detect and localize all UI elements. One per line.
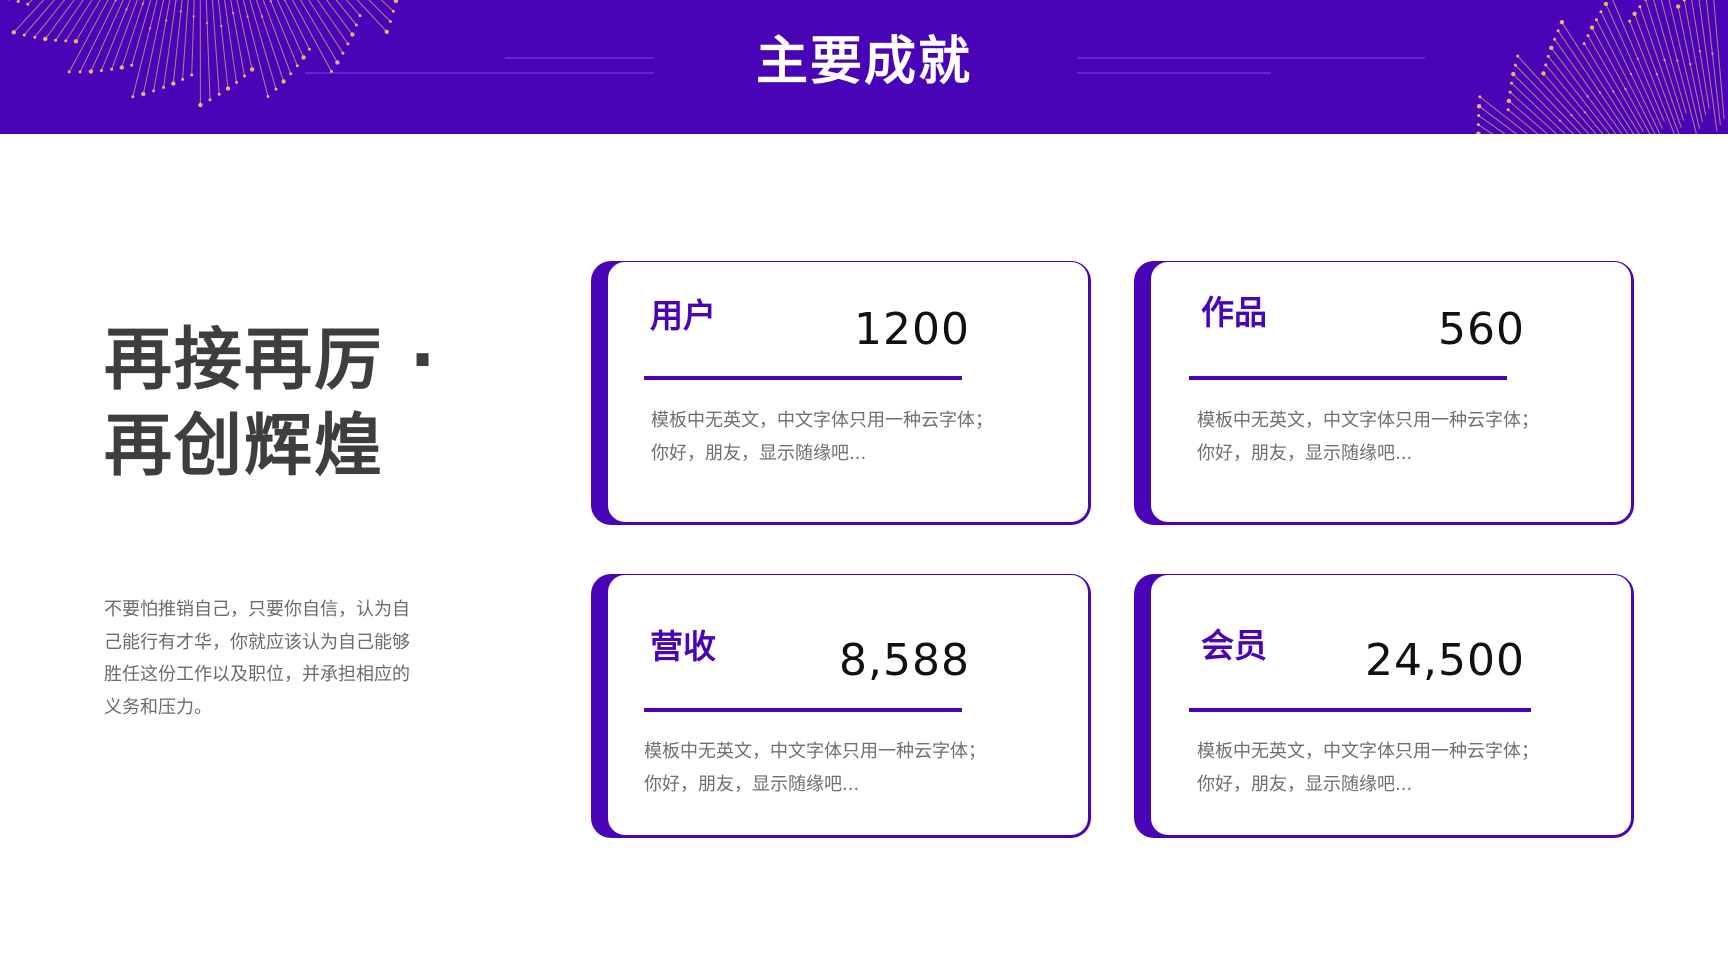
- card-divider: [1189, 376, 1507, 380]
- card-label: 会员: [1201, 626, 1267, 665]
- slide-page: 主要成就 再接再厉 · 再创辉煌 不要怕推销自己，只要你自信，认为自己能行有才华…: [0, 0, 1728, 972]
- card-face: 用户 1200 模板中无英文，中文字体只用一种云字体；你好，朋友，显示随缘吧..…: [607, 261, 1089, 523]
- card-label: 作品: [1201, 293, 1267, 332]
- achievement-card-members: 会员 24,500 模板中无英文，中文字体只用一种云字体；你好，朋友，显示随缘吧…: [1134, 574, 1634, 838]
- achievement-card-users: 用户 1200 模板中无英文，中文字体只用一种云字体；你好，朋友，显示随缘吧..…: [591, 261, 1091, 525]
- card-face: 会员 24,500 模板中无英文，中文字体只用一种云字体；你好，朋友，显示随缘吧…: [1150, 574, 1632, 836]
- header-band: 主要成就: [0, 0, 1728, 134]
- slogan-line-1: 再接再厉 ·: [104, 321, 438, 400]
- card-face: 作品 560 模板中无英文，中文字体只用一种云字体；你好，朋友，显示随缘吧...: [1150, 261, 1632, 523]
- card-label: 营收: [650, 627, 716, 666]
- card-value: 24,500: [1365, 635, 1525, 686]
- card-description: 模板中无英文，中文字体只用一种云字体；你好，朋友，显示随缘吧...: [651, 410, 993, 464]
- card-description: 模板中无英文，中文字体只用一种云字体；你好，朋友，显示随缘吧...: [644, 741, 986, 795]
- card-value: 1200: [854, 304, 970, 355]
- card-face: 营收 8,588 模板中无英文，中文字体只用一种云字体；你好，朋友，显示随缘吧.…: [607, 574, 1089, 836]
- card-divider: [1189, 708, 1531, 712]
- page-title: 主要成就: [755, 32, 972, 92]
- card-divider: [644, 708, 962, 712]
- achievement-card-works: 作品 560 模板中无英文，中文字体只用一种云字体；你好，朋友，显示随缘吧...: [1134, 261, 1634, 525]
- achievement-card-revenue: 营收 8,588 模板中无英文，中文字体只用一种云字体；你好，朋友，显示随缘吧.…: [591, 574, 1091, 838]
- card-description: 模板中无英文，中文字体只用一种云字体；你好，朋友，显示随缘吧...: [1197, 410, 1539, 464]
- card-description: 模板中无英文，中文字体只用一种云字体；你好，朋友，显示随缘吧...: [1197, 741, 1539, 795]
- intro-paragraph: 不要怕推销自己，只要你自信，认为自己能行有才华，你就应该认为自己能够胜任这份工作…: [104, 599, 410, 718]
- card-label: 用户: [650, 296, 716, 335]
- slogan-line-2: 再创辉煌: [104, 407, 385, 486]
- hero-slogan: 再接再厉 · 再创辉煌: [104, 318, 504, 490]
- card-value: 560: [1438, 304, 1525, 355]
- card-value: 8,588: [839, 635, 970, 686]
- card-divider: [644, 376, 962, 380]
